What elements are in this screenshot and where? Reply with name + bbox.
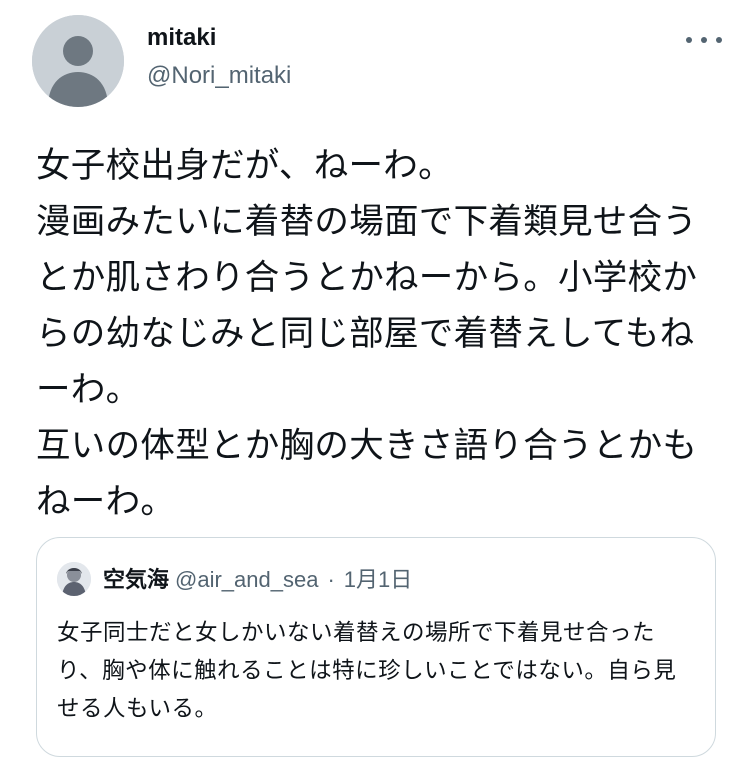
quote-text: 女子同士だと女しかいない着替えの場所で下着見せ合ったり、胸や体に触れることは特に… [57, 620, 677, 722]
quote-avatar [57, 562, 91, 596]
quote-handle[interactable]: @air_and_sea [175, 567, 318, 592]
default-profile-icon [32, 15, 124, 107]
more-dot [686, 37, 692, 43]
author-info: mitaki @Nori_mitaki [147, 20, 291, 96]
quote-avatar-icon [57, 562, 91, 596]
quote-separator: · [327, 567, 335, 592]
quote-header: 空気海 @air_and_sea · 1月1日 [103, 560, 412, 601]
quote-display-name[interactable]: 空気海 [103, 568, 169, 593]
tweet: mitaki @Nori_mitaki 女子校出身だが、ねーわ。 漫画みたいに着… [0, 0, 750, 757]
quote-date[interactable]: 1月1日 [344, 567, 412, 592]
author-display-name[interactable]: mitaki [147, 20, 291, 56]
avatar[interactable] [32, 15, 124, 107]
more-dot [716, 37, 722, 43]
quoted-tweet[interactable]: 空気海 @air_and_sea · 1月1日 女子同士だと女しかいない着替えの場… [36, 537, 716, 757]
author-handle[interactable]: @Nori_mitaki [147, 56, 291, 96]
more-dot [701, 37, 707, 43]
more-options-icon[interactable] [686, 28, 722, 52]
tweet-text: 女子校出身だが、ねーわ。 漫画みたいに着替の場面で下着類見せ合うとか肌さわり合う… [36, 146, 698, 522]
